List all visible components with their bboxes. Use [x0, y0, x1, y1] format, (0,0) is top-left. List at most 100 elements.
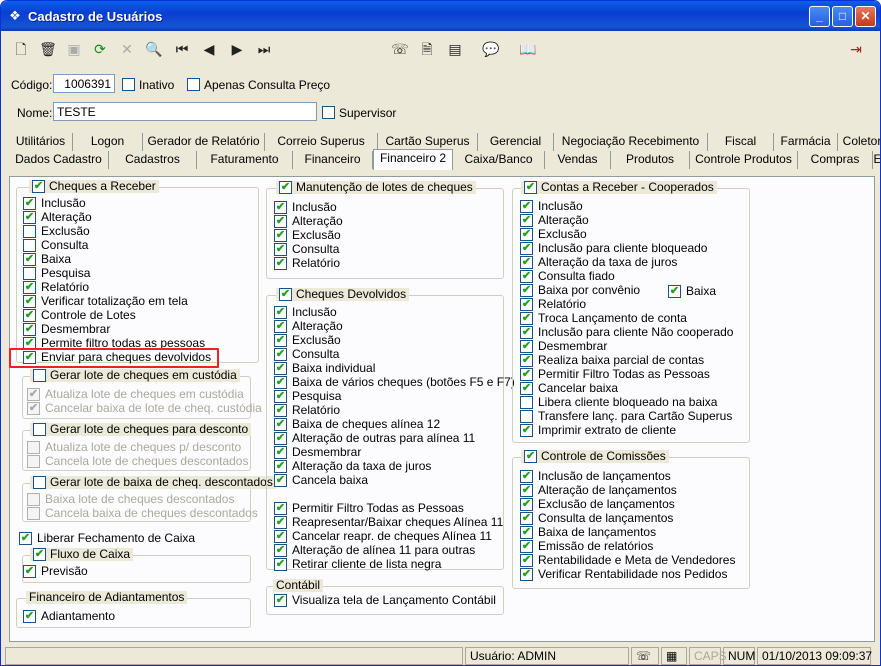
checkbox-checked-icon[interactable]: ✔: [520, 200, 533, 213]
checkbox-checked-icon[interactable]: ✔: [23, 610, 36, 623]
checkbox-checked-icon[interactable]: ✔: [19, 532, 32, 545]
refresh-icon[interactable]: ⟳: [89, 38, 111, 60]
checkbox[interactable]: [23, 225, 36, 238]
checkbox-checked-icon[interactable]: ✔: [520, 270, 533, 283]
group-checkbox[interactable]: ✔: [33, 548, 46, 561]
chat-icon[interactable]: 💬: [480, 38, 502, 60]
tab-gerencial[interactable]: Gerencial: [478, 133, 554, 151]
checkbox-checked-icon[interactable]: ✔: [520, 484, 533, 497]
checkbox[interactable]: [27, 455, 40, 468]
checkbox[interactable]: [27, 507, 40, 520]
checkbox-checked-icon[interactable]: ✔: [274, 390, 287, 403]
phone-icon[interactable]: ☏: [389, 38, 411, 60]
checkbox-checked-icon[interactable]: ✔: [274, 544, 287, 557]
checkbox-checked-icon[interactable]: ✔: [274, 516, 287, 529]
tab-vendas[interactable]: Vendas: [545, 151, 611, 169]
checkbox-checked-icon[interactable]: ✔: [520, 470, 533, 483]
checkbox-checked-icon[interactable]: ✔: [520, 368, 533, 381]
next-icon[interactable]: ▶: [226, 38, 248, 60]
checkbox-checked-icon[interactable]: ✔: [668, 285, 681, 298]
group-checkbox[interactable]: ✔: [279, 288, 292, 301]
checkbox-checked-icon[interactable]: ✔: [520, 228, 533, 241]
last-icon[interactable]: ⏭: [253, 38, 275, 60]
checkbox-checked-icon[interactable]: ✔: [23, 565, 36, 578]
inativo-checkbox[interactable]: [122, 78, 135, 91]
tab-cadastros[interactable]: Cadastros: [109, 151, 197, 169]
checkbox-checked-icon[interactable]: ✔: [520, 540, 533, 553]
tab-faturamento[interactable]: Faturamento: [197, 151, 293, 169]
checkbox-checked-icon[interactable]: ✔: [520, 312, 533, 325]
checkbox-checked-icon[interactable]: ✔: [274, 334, 287, 347]
checkbox-checked-icon[interactable]: ✔: [23, 295, 36, 308]
tab-financeiro-2[interactable]: Financeiro 2: [373, 149, 453, 170]
checkbox-checked-icon[interactable]: ✔: [274, 376, 287, 389]
checkbox-checked-icon[interactable]: ✔: [274, 418, 287, 431]
cancel-icon[interactable]: ✕: [116, 38, 138, 60]
checkbox-checked-icon[interactable]: ✔: [23, 281, 36, 294]
checkbox-checked-icon[interactable]: ✔: [274, 257, 287, 270]
tab-correio-superus[interactable]: Correio Superus: [265, 133, 378, 151]
checkbox[interactable]: [27, 441, 40, 454]
checkbox-checked-icon[interactable]: ✔: [274, 594, 287, 607]
prev-icon[interactable]: ◀: [198, 38, 220, 60]
checkbox-checked-icon[interactable]: ✔: [520, 554, 533, 567]
checkbox-checked-icon[interactable]: ✔: [274, 432, 287, 445]
checkbox[interactable]: [520, 410, 533, 423]
checkbox-checked-icon[interactable]: ✔: [274, 306, 287, 319]
group-checkbox[interactable]: ✔: [524, 450, 537, 463]
nome-input[interactable]: TESTE: [53, 102, 317, 121]
tab-gerador-de-relat-rio[interactable]: Gerador de Relatório: [143, 133, 265, 151]
codigo-input[interactable]: 1006391: [53, 74, 115, 93]
tab-compras[interactable]: Compras: [798, 151, 873, 169]
maximize-button[interactable]: □: [832, 6, 853, 27]
list-icon[interactable]: ▤: [444, 38, 466, 60]
checkbox-checked-icon[interactable]: ✔: [23, 309, 36, 322]
checkbox-checked-icon[interactable]: ✔: [274, 530, 287, 543]
checkbox-checked-icon[interactable]: ✔: [520, 526, 533, 539]
tab-fiscal[interactable]: Fiscal: [708, 133, 774, 151]
checkbox-checked-icon[interactable]: ✔: [274, 502, 287, 515]
group-checkbox[interactable]: [33, 369, 46, 382]
group-checkbox[interactable]: ✔: [524, 181, 537, 194]
supervisor-checkbox[interactable]: [322, 106, 335, 119]
checkbox-checked-icon[interactable]: ✔: [520, 354, 533, 367]
checkbox-checked-icon[interactable]: ✔: [274, 404, 287, 417]
checkbox-checked-icon[interactable]: ✔: [23, 211, 36, 224]
checkbox[interactable]: [23, 267, 36, 280]
tab-farm-cia[interactable]: Farmácia: [774, 133, 838, 151]
checkbox-checked-icon[interactable]: ✔: [274, 348, 287, 361]
checkbox-checked-icon[interactable]: ✔: [274, 320, 287, 333]
tab-dados-cadastro[interactable]: Dados Cadastro: [9, 151, 109, 169]
checkbox[interactable]: [23, 239, 36, 252]
checkbox-checked-icon[interactable]: ✔: [274, 474, 287, 487]
tab-negocia-o-recebimento[interactable]: Negociação Recebimento: [554, 133, 708, 151]
minimize-button[interactable]: _: [809, 6, 830, 27]
save-icon[interactable]: ▣: [63, 38, 85, 60]
checkbox-checked-icon[interactable]: ✔: [274, 215, 287, 228]
checkbox-checked-icon[interactable]: ✔: [274, 558, 287, 571]
checkbox-checked-icon[interactable]: ✔: [23, 253, 36, 266]
checkbox[interactable]: [27, 493, 40, 506]
checkbox-checked-icon[interactable]: ✔: [27, 388, 40, 401]
checkbox-checked-icon[interactable]: ✔: [520, 242, 533, 255]
checkbox-checked-icon[interactable]: ✔: [520, 424, 533, 437]
checkbox-checked-icon[interactable]: ✔: [520, 326, 533, 339]
tab-financeiro[interactable]: Financeiro: [293, 151, 373, 169]
new-icon[interactable]: 🗋: [10, 38, 32, 60]
tab-controle-produtos[interactable]: Controle Produtos: [690, 151, 798, 169]
group-checkbox[interactable]: [33, 476, 46, 489]
checkbox-checked-icon[interactable]: ✔: [520, 340, 533, 353]
delete-icon[interactable]: 🗑: [37, 38, 59, 60]
search-icon[interactable]: 🔍: [143, 38, 165, 60]
tab-coletor[interactable]: Coletor: [838, 133, 880, 151]
checkbox-checked-icon[interactable]: ✔: [520, 498, 533, 511]
checkbox-checked-icon[interactable]: ✔: [274, 243, 287, 256]
checkbox-checked-icon[interactable]: ✔: [23, 197, 36, 210]
tab-caixa-banco[interactable]: Caixa/Banco: [453, 151, 545, 169]
add-doc-icon[interactable]: 🗎: [416, 38, 438, 60]
checkbox-checked-icon[interactable]: ✔: [274, 460, 287, 473]
checkbox-checked-icon[interactable]: ✔: [520, 568, 533, 581]
checkbox-checked-icon[interactable]: ✔: [27, 402, 40, 415]
checkbox-checked-icon[interactable]: ✔: [274, 229, 287, 242]
checkbox-checked-icon[interactable]: ✔: [23, 323, 36, 336]
